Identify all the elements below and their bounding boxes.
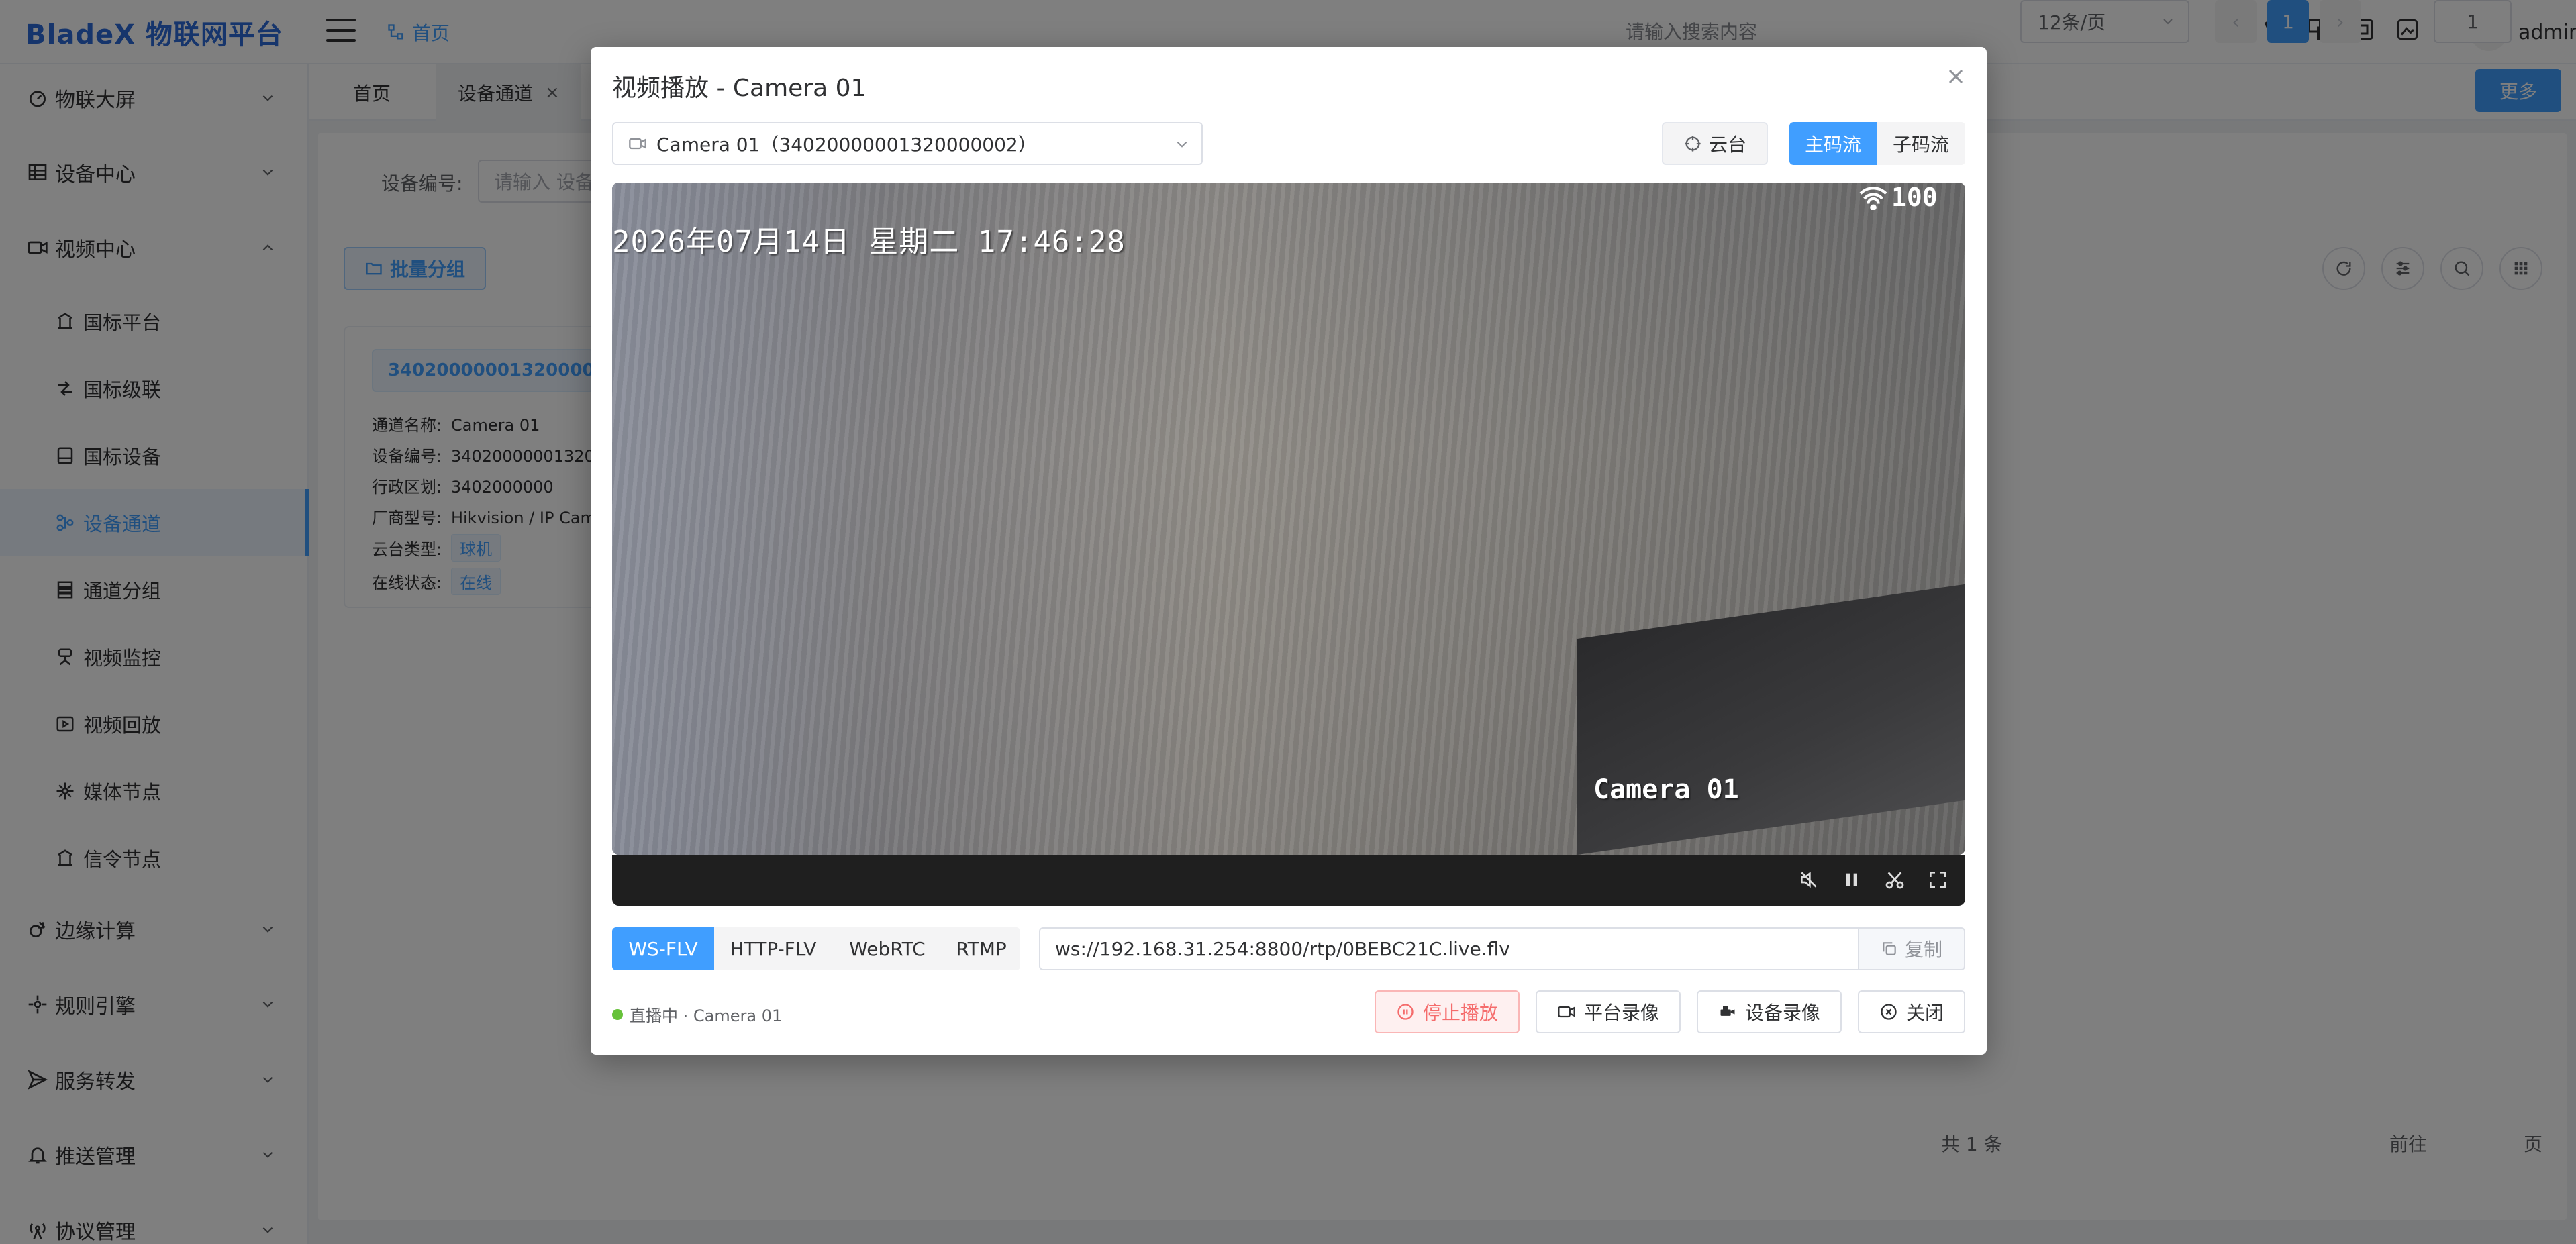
mute-icon[interactable] [1797, 868, 1820, 891]
wifi-icon [1859, 187, 1887, 210]
stream-sub-button[interactable]: 子码流 [1877, 122, 1965, 165]
osd-timestamp: 2026年07月14日 星期二 17:46:28 [612, 225, 1126, 259]
protocol-ws-flv[interactable]: WS-FLV [612, 927, 714, 970]
signal-strength: 100 [1891, 183, 1938, 212]
protocol-webrtc[interactable]: WebRTC [832, 927, 942, 970]
ptz-button[interactable]: 云台 [1662, 122, 1768, 165]
stream-main-button[interactable]: 主码流 [1789, 122, 1877, 165]
live-status-dot [612, 1008, 623, 1020]
camera-icon [629, 138, 646, 150]
copy-url-button[interactable]: 复制 [1858, 927, 1965, 970]
protocol-rtmp[interactable]: RTMP [942, 927, 1020, 970]
dialog-title: 视频播放 - Camera 01 [612, 74, 866, 102]
video-controls [612, 855, 1965, 906]
close-circle-icon [1881, 1004, 1897, 1020]
copy-icon [1883, 942, 1896, 955]
osd-signal: 100 [1858, 183, 1938, 212]
video-record-icon [1558, 1006, 1575, 1018]
camera-select-value: Camera 01（34020000001320000002） [656, 134, 1037, 156]
ptz-label: 云台 [1708, 134, 1746, 156]
osd-camera-name: Camera 01 [1593, 774, 1739, 805]
live-status-text: 直播中 · Camera 01 [630, 1006, 783, 1025]
stream-url-input[interactable]: ws://192.168.31.254:8800/rtp/0BEBC21C.li… [1039, 927, 1871, 970]
screenshot-scissors-icon[interactable] [1883, 868, 1906, 891]
device-record-label: 设备录像 [1744, 1002, 1820, 1024]
platform-record-label: 平台录像 [1583, 1002, 1659, 1024]
live-status: 直播中 · Camera 01 [612, 1002, 782, 1026]
pause-icon[interactable] [1840, 868, 1863, 891]
device-camera-icon [1720, 1006, 1735, 1016]
protocol-toggle: WS-FLV HTTP-FLV WebRTC RTMP [612, 927, 1020, 970]
close-icon[interactable] [1944, 64, 1968, 89]
device-record-button[interactable]: 设备录像 [1697, 990, 1842, 1033]
stop-icon [1397, 1004, 1414, 1020]
camera-select[interactable]: Camera 01（34020000001320000002） [612, 122, 1203, 165]
video-player[interactable]: 2026年07月14日 星期二 17:46:28 100 Camera 01 [612, 183, 1965, 855]
stop-play-label: 停止播放 [1422, 1002, 1498, 1024]
crosshair-icon [1685, 136, 1701, 152]
close-dialog-label: 关闭 [1905, 1002, 1944, 1024]
video-play-dialog: 视频播放 - Camera 01 Camera 01（3402000000132… [591, 47, 1987, 1055]
platform-record-button[interactable]: 平台录像 [1536, 990, 1681, 1033]
protocol-http-flv[interactable]: HTTP-FLV [714, 927, 832, 970]
fullscreen-icon[interactable] [1926, 868, 1949, 891]
stop-play-button[interactable]: 停止播放 [1375, 990, 1520, 1033]
close-dialog-button[interactable]: 关闭 [1858, 990, 1965, 1033]
video-control-icons [1797, 868, 1949, 891]
copy-label: 复制 [1904, 939, 1942, 961]
chevron-down-icon [1177, 141, 1187, 148]
stream-toggle: 主码流 子码流 [1789, 122, 1965, 165]
